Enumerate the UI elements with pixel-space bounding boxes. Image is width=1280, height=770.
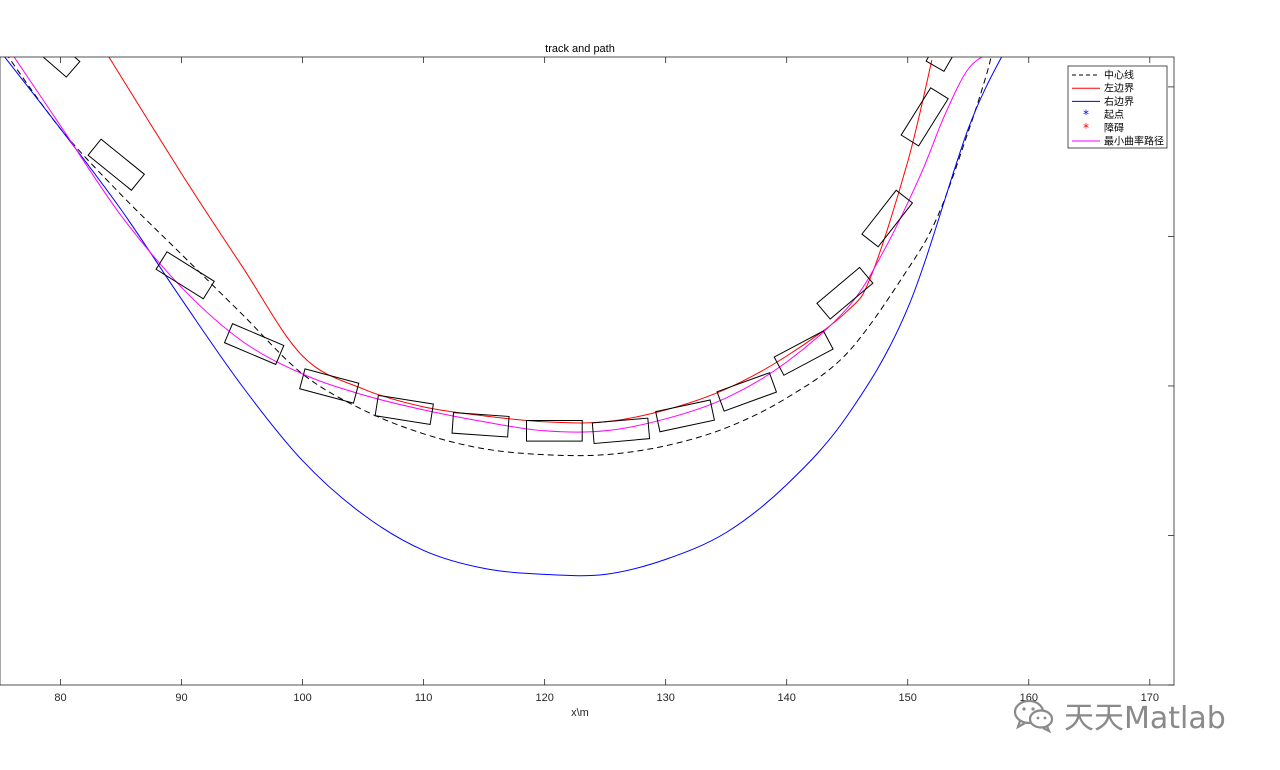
legend-label-2: 左边界 <box>1104 82 1134 95</box>
legend-label-4: 起点 <box>1104 109 1124 121</box>
legend-marker-4: * <box>1083 108 1089 122</box>
x-tick-label: 90 <box>175 692 187 704</box>
legend-label-6: 最小曲率路径 <box>1104 135 1164 148</box>
legend-label-3: 右边界 <box>1104 95 1134 108</box>
x-tick-label: 80 <box>54 692 66 704</box>
legend-label-5: 障碍 <box>1104 121 1124 134</box>
x-tick-label: 130 <box>656 692 674 704</box>
x-axis-label: x\m <box>571 707 589 719</box>
legend-label-1: 中心线 <box>1104 69 1134 82</box>
x-tick-label: 120 <box>535 692 553 704</box>
x-tick-label: 110 <box>415 692 433 704</box>
wechat-icon <box>1013 699 1054 733</box>
x-tick-label: 140 <box>778 692 796 704</box>
chart-figure: track and path 80 90 100 110 120 130 140 150 160… <box>0 0 1280 770</box>
x-tick-label: 150 <box>899 692 917 704</box>
watermark-text: 天天Matlab <box>1064 701 1226 736</box>
legend: 中心线左边界右边界 * 起点 * 障碍最小曲率路径 <box>1067 65 1168 149</box>
chart-title: track and path <box>545 43 615 55</box>
legend-marker-5: * <box>1083 121 1089 135</box>
x-tick-label: 100 <box>293 692 311 704</box>
watermark: 天天Matlab <box>1012 690 1252 740</box>
